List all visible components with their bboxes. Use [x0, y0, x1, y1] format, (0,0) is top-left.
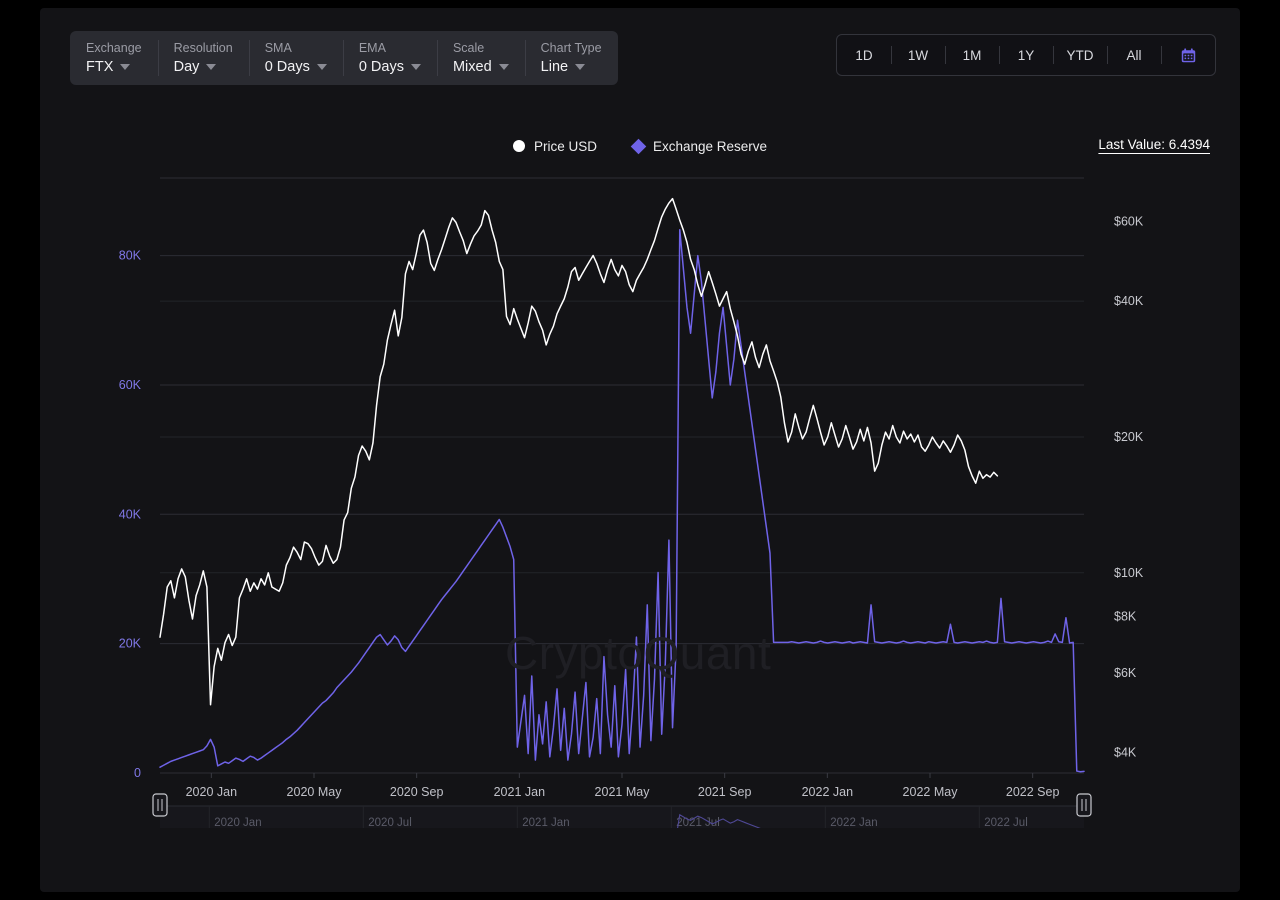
time-range-group: 1D1W1M1YYTDAll: [836, 34, 1216, 76]
selector-label: SMA: [265, 40, 327, 56]
selector-scale[interactable]: Scale Mixed: [437, 31, 525, 85]
legend-label: Price USD: [534, 139, 597, 154]
selector-value-row: 0 Days: [265, 58, 327, 76]
navigator-right-handle-body[interactable]: [1077, 794, 1091, 816]
legend-diamond-marker: [631, 138, 647, 154]
selector-value-row: 0 Days: [359, 58, 421, 76]
navigator-right-handle[interactable]: [1077, 794, 1091, 816]
selector-label: Resolution: [174, 40, 233, 56]
y-axis-right-tick: $60K: [1114, 215, 1144, 229]
selector-value-row: Line: [541, 58, 602, 76]
navigator-label: 2021 Jul: [676, 817, 719, 828]
x-axis-label: 2021 May: [595, 785, 651, 799]
chevron-down-icon: [411, 64, 421, 70]
chevron-down-icon: [120, 64, 130, 70]
calendar-button[interactable]: [1161, 35, 1215, 75]
selector-resolution[interactable]: Resolution Day: [158, 31, 249, 85]
navigator-left-handle-body[interactable]: [153, 794, 167, 816]
navigator-label: 2020 Jul: [368, 817, 411, 828]
selector-chart-type[interactable]: Chart Type Line: [525, 31, 618, 85]
legend-item-exchange-reserve[interactable]: Exchange Reserve: [633, 139, 767, 154]
y-axis-right-tick: $8K: [1114, 610, 1137, 624]
selector-value: 0 Days: [359, 58, 404, 76]
range-button-1m[interactable]: 1M: [945, 35, 999, 75]
chevron-down-icon: [317, 64, 327, 70]
navigator-label: 2021 Jan: [522, 817, 569, 828]
range-button-1w[interactable]: 1W: [891, 35, 945, 75]
selector-value: 0 Days: [265, 58, 310, 76]
chart-settings-group: Exchange FTX Resolution Day SMA 0 Days EMA 0 Da…: [70, 31, 618, 85]
navigator-label: 2022 Jul: [984, 817, 1027, 828]
selector-value: Mixed: [453, 58, 492, 76]
selector-value: Line: [541, 58, 568, 76]
y-axis-left-tick: 20K: [119, 637, 142, 651]
x-axis-label: 2020 Sep: [390, 785, 444, 799]
x-axis-label: 2021 Jan: [494, 785, 545, 799]
y-axis-left-tick: 80K: [119, 249, 142, 263]
x-axis-label: 2020 May: [287, 785, 343, 799]
selector-value-row: Mixed: [453, 58, 509, 76]
x-axis-label: 2022 Sep: [1006, 785, 1060, 799]
y-axis-right-tick: $4K: [1114, 745, 1137, 759]
selector-label: Exchange: [86, 40, 142, 56]
navigator-label: 2022 Jan: [830, 817, 877, 828]
series-line-price-usd: [160, 199, 997, 705]
selector-value: FTX: [86, 58, 113, 76]
y-axis-right-tick: $10K: [1114, 566, 1144, 580]
navigator-label: 2020 Jan: [214, 817, 261, 828]
navigator-left-handle[interactable]: [153, 794, 167, 816]
y-axis-right-tick: $6K: [1114, 666, 1137, 680]
x-axis-label: 2022 Jan: [802, 785, 853, 799]
range-button-ytd[interactable]: YTD: [1053, 35, 1107, 75]
range-button-1y[interactable]: 1Y: [999, 35, 1053, 75]
y-axis-right-tick: $40K: [1114, 294, 1144, 308]
selector-sma[interactable]: SMA 0 Days: [249, 31, 343, 85]
selector-exchange[interactable]: Exchange FTX: [70, 31, 158, 85]
legend-label: Exchange Reserve: [653, 139, 767, 154]
range-button-all[interactable]: All: [1107, 35, 1161, 75]
chevron-down-icon: [575, 64, 585, 70]
calendar-icon: [1180, 47, 1197, 64]
y-axis-left-tick: 0: [134, 766, 141, 780]
selector-value-row: FTX: [86, 58, 142, 76]
x-axis-label: 2021 Sep: [698, 785, 752, 799]
y-axis-left-tick: 40K: [119, 507, 142, 521]
toolbar: Exchange FTX Resolution Day SMA 0 Days EMA 0 Da…: [70, 31, 1216, 85]
selector-label: Chart Type: [541, 40, 602, 56]
legend-circle-marker: [513, 140, 525, 152]
selector-label: Scale: [453, 40, 509, 56]
chevron-down-icon: [206, 64, 216, 70]
chart-card: Exchange FTX Resolution Day SMA 0 Days EMA 0 Da…: [40, 8, 1240, 892]
navigator[interactable]: 2020 Jan 2020 Jul 2021 Jan 2021 Jul 2022 Jan…: [153, 794, 1091, 828]
chevron-down-icon: [499, 64, 509, 70]
chart-area: CryptoQuant 020K40K60K80K$4K$6K$8K$10K$2…: [40, 168, 1240, 828]
selector-value-row: Day: [174, 58, 233, 76]
x-axis-label: 2020 Jan: [186, 785, 237, 799]
selector-value: Day: [174, 58, 200, 76]
navigator-track[interactable]: [160, 806, 1084, 828]
selector-label: EMA: [359, 40, 421, 56]
y-axis-left-tick: 60K: [119, 378, 142, 392]
range-button-1d[interactable]: 1D: [837, 35, 891, 75]
chart-svg[interactable]: 0 20K 40K 60K 80K $4K $6K $8K $10K $20K $40K $60K 20…: [40, 168, 1240, 828]
selector-ema[interactable]: EMA 0 Days: [343, 31, 437, 85]
y-axis-right-tick: $20K: [1114, 430, 1144, 444]
chart-legend: Price USD Exchange Reserve: [40, 136, 1240, 156]
x-axis-label: 2022 May: [903, 785, 959, 799]
last-value-label[interactable]: Last Value: 6.4394: [1098, 137, 1210, 152]
legend-item-price-usd[interactable]: Price USD: [513, 139, 597, 154]
series-line-exchange-reserve: [160, 230, 1084, 772]
